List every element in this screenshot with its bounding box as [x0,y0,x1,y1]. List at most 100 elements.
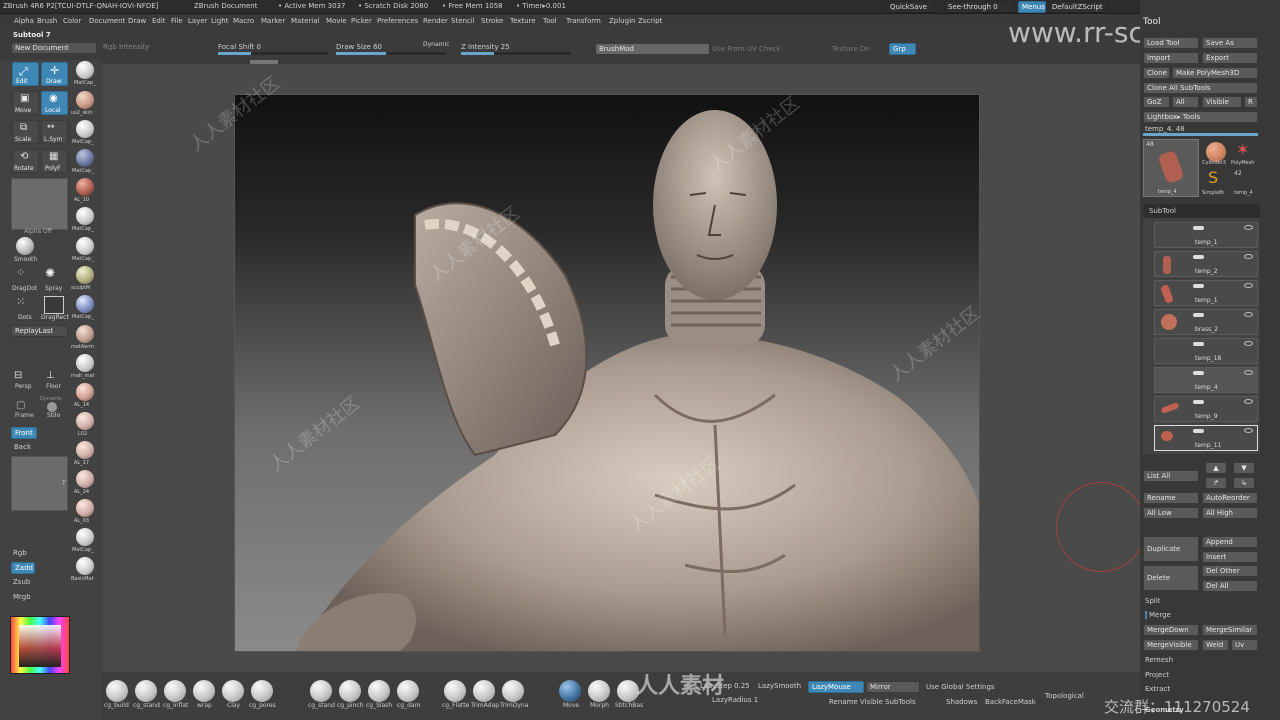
persp-icon[interactable]: ⊟ [14,370,22,381]
subtool-item[interactable]: temp_4 [1154,367,1258,393]
subtool-item[interactable]: brass_2 [1154,309,1258,335]
lazystep-slider[interactable]: LazyStep 0.25 [700,682,750,690]
menu-macro[interactable]: Macro [233,17,254,25]
subtool-item[interactable]: temp_11 [1154,425,1258,451]
rename-visible-subtools-button[interactable]: Rename Visible SubTools [829,698,916,706]
polymesh-star-icon[interactable]: ✶ [1236,140,1249,159]
del-all-button[interactable]: Del All [1202,580,1258,592]
merge-section[interactable]: Merge [1145,611,1171,619]
texture-on-button[interactable]: Texture On [832,45,870,53]
extract-section[interactable]: Extract [1145,685,1170,693]
polyf-button[interactable]: ▦ PolyF [41,149,68,173]
brush-icon[interactable] [444,680,466,702]
move-up-icon[interactable]: ↱ [1205,477,1227,489]
load-tool-button[interactable]: Load Tool [1143,37,1199,49]
mergevisible-button[interactable]: MergeVisible [1143,639,1199,651]
new-document-button[interactable]: New Document [11,42,97,54]
remesh-section[interactable]: Remesh [1145,656,1173,664]
material-icon[interactable] [76,149,94,167]
menu-zscript[interactable]: Zscript [638,17,662,25]
material-icon[interactable] [76,383,94,401]
menu-brush[interactable]: Brush [37,17,57,25]
draw-button[interactable]: ✛ Draw [41,62,68,86]
menu-material[interactable]: Material [291,17,319,25]
all-low-button[interactable]: All Low [1143,507,1199,519]
use-global-settings-button[interactable]: Use Global Settings [926,683,995,691]
z-intensity-slider[interactable] [461,52,571,55]
back-button[interactable]: Back [14,443,31,451]
rotate-button[interactable]: ⟲ Rotate [12,149,39,173]
material-icon[interactable] [76,557,94,575]
material-icon[interactable] [76,91,94,109]
list-all-button[interactable]: List All [1143,470,1199,482]
menu-marker[interactable]: Marker [261,17,285,25]
brush-icon[interactable] [339,680,361,702]
mergesimilar-button[interactable]: MergeSimilar [1202,624,1258,636]
brushmod-slider[interactable]: BrushMod [595,43,710,55]
brush-icon[interactable] [310,680,332,702]
dragrect-icon[interactable] [44,296,64,314]
move-button[interactable]: ▣ Move [12,91,39,115]
lazyradius-slider[interactable]: LazyRadius 1 [712,696,758,704]
mrgb-button[interactable]: Mrgb [13,593,31,601]
brush-icon[interactable] [588,680,610,702]
brush-icon[interactable] [193,680,215,702]
goz-r-button[interactable]: R [1244,96,1258,108]
eye-icon[interactable] [1244,254,1253,259]
export-button[interactable]: Export [1202,52,1258,64]
grp-button[interactable]: Grp [889,43,916,55]
material-icon[interactable] [76,178,94,196]
goz-visible-button[interactable]: Visible [1202,96,1242,108]
autoreorder-button[interactable]: AutoReorder [1202,492,1258,504]
rgb-button[interactable]: Rgb [13,549,27,557]
eye-icon[interactable] [1244,399,1253,404]
subtool-item[interactable]: temp_18 [1154,338,1258,364]
draw-size-slider[interactable] [336,52,446,55]
material-icon[interactable] [76,295,94,313]
floor-icon[interactable]: ⊥ [46,370,55,381]
menu-document[interactable]: Document [89,17,125,25]
topological-button[interactable]: Topological [1045,692,1084,700]
split-button[interactable]: Split [1145,597,1161,605]
material-icon[interactable] [76,61,94,79]
cylinder-icon[interactable] [1206,142,1226,162]
eye-icon[interactable] [1244,312,1253,317]
brush-icon[interactable] [135,680,157,702]
mirror-button[interactable]: Mirror [866,681,920,693]
lsym-button[interactable]: ↔ L.Sym [41,120,68,144]
menu-transform[interactable]: Transform [566,17,601,25]
material-icon[interactable] [76,412,94,430]
subtool-toggle[interactable] [1193,400,1204,404]
menu-layer[interactable]: Layer [188,17,208,25]
project-section[interactable]: Project [1145,671,1169,679]
subtool-item[interactable]: temp_1 [1154,280,1258,306]
subtool-toggle[interactable] [1193,371,1204,375]
color-picker[interactable] [10,616,70,674]
mergedown-button[interactable]: MergeDown [1143,624,1199,636]
eye-icon[interactable] [1244,370,1253,375]
material-icon[interactable] [76,470,94,488]
rename-button[interactable]: Rename [1143,492,1199,504]
uv-button[interactable]: Uv [1231,639,1258,651]
spray-icon[interactable]: ✺ [45,266,55,280]
arrow-down-icon[interactable]: ▼ [1233,462,1255,474]
focal-shift-slider[interactable] [218,52,328,55]
dragdot-icon[interactable]: ⁘ [16,266,25,279]
all-high-button[interactable]: All High [1202,507,1258,519]
zadd-button[interactable]: Zadd [11,562,35,574]
subtool-toggle[interactable] [1193,429,1204,433]
move-down-icon[interactable]: ↳ [1233,477,1255,489]
lightbox-tools-button[interactable]: Lightbox▸ Tools [1143,111,1258,123]
texture-slot[interactable] [11,456,68,511]
menu-tool[interactable]: Tool [543,17,557,25]
menu-light[interactable]: Light [211,17,228,25]
lazysmooth-slider[interactable]: LazySmooth [758,682,801,690]
material-icon[interactable] [76,237,94,255]
menu-edit[interactable]: Edit [152,17,166,25]
material-icon[interactable] [76,441,94,459]
menu-stroke[interactable]: Stroke [481,17,503,25]
import-button[interactable]: Import [1143,52,1199,64]
brush-icon[interactable] [559,680,581,702]
edit-button[interactable]: ⤢ Edit [12,62,39,86]
lazymouse-button[interactable]: LazyMouse [808,681,864,693]
